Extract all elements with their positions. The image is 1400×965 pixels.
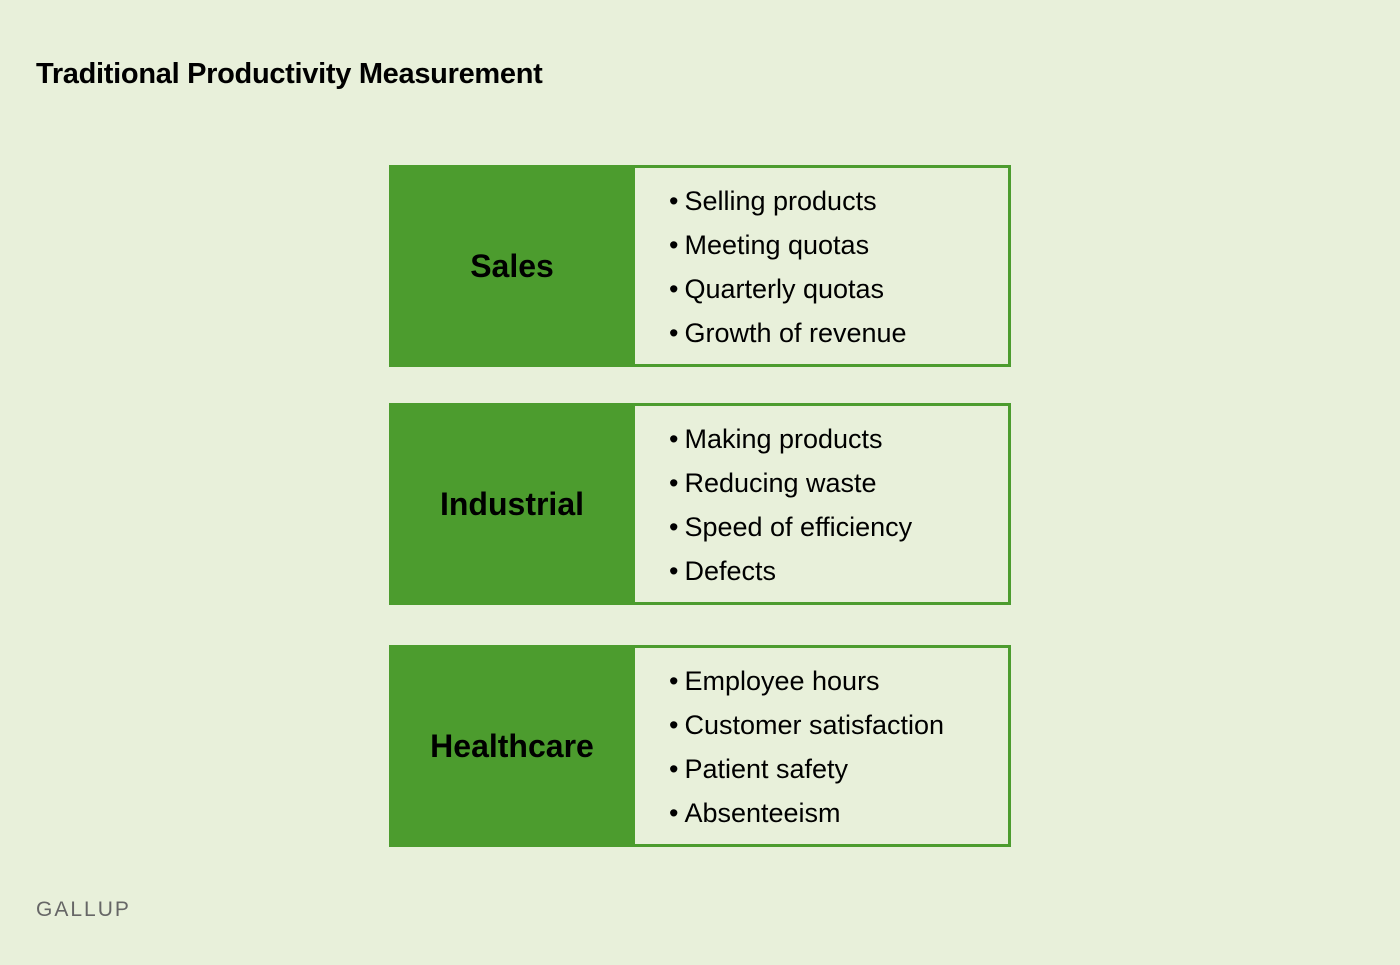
bullet-icon: • [669,318,679,348]
category-box-healthcare: Healthcare • Employee hours • Customer sat… [389,645,1011,847]
list-item: • Reducing waste [669,468,877,498]
category-items: • Making products • Reducing waste • Speed … [635,403,1011,605]
bullet-icon: • [669,186,679,216]
list-item: • Employee hours [669,666,880,696]
gallup-logo: GALLUP [36,898,131,921]
bullet-icon: • [669,230,679,260]
bullet-icon: • [669,666,679,696]
list-item: • Patient safety [669,754,849,784]
bullet-icon: • [669,754,679,784]
list-item: • Making products [669,424,883,454]
category-label: Industrial [389,403,635,605]
category-label: Healthcare [389,645,635,847]
category-box-industrial: Industrial • Making products • Reducing wa… [389,403,1011,605]
category-label: Sales [389,165,635,367]
category-items: • Selling products • Meeting quotas • Quart… [635,165,1011,367]
list-item: • Defects [669,556,776,586]
bullet-icon: • [669,274,679,304]
bullet-icon: • [669,556,679,586]
list-item: • Selling products [669,186,877,216]
list-item: • Quarterly quotas [669,274,885,304]
list-item: • Growth of revenue [669,318,907,348]
page-title: Traditional Productivity Measurement [36,58,543,90]
list-item: • Speed of efficiency [669,512,913,542]
list-item: • Absenteeism [669,798,841,828]
list-item: • Customer satisfaction [669,710,945,740]
bullet-icon: • [669,468,679,498]
list-item: • Meeting quotas [669,230,870,260]
category-items: • Employee hours • Customer satisfaction •… [635,645,1011,847]
bullet-icon: • [669,512,679,542]
bullet-icon: • [669,798,679,828]
category-box-sales: Sales • Selling products • Meeting quotas … [389,165,1011,367]
bullet-icon: • [669,710,679,740]
bullet-icon: • [669,424,679,454]
